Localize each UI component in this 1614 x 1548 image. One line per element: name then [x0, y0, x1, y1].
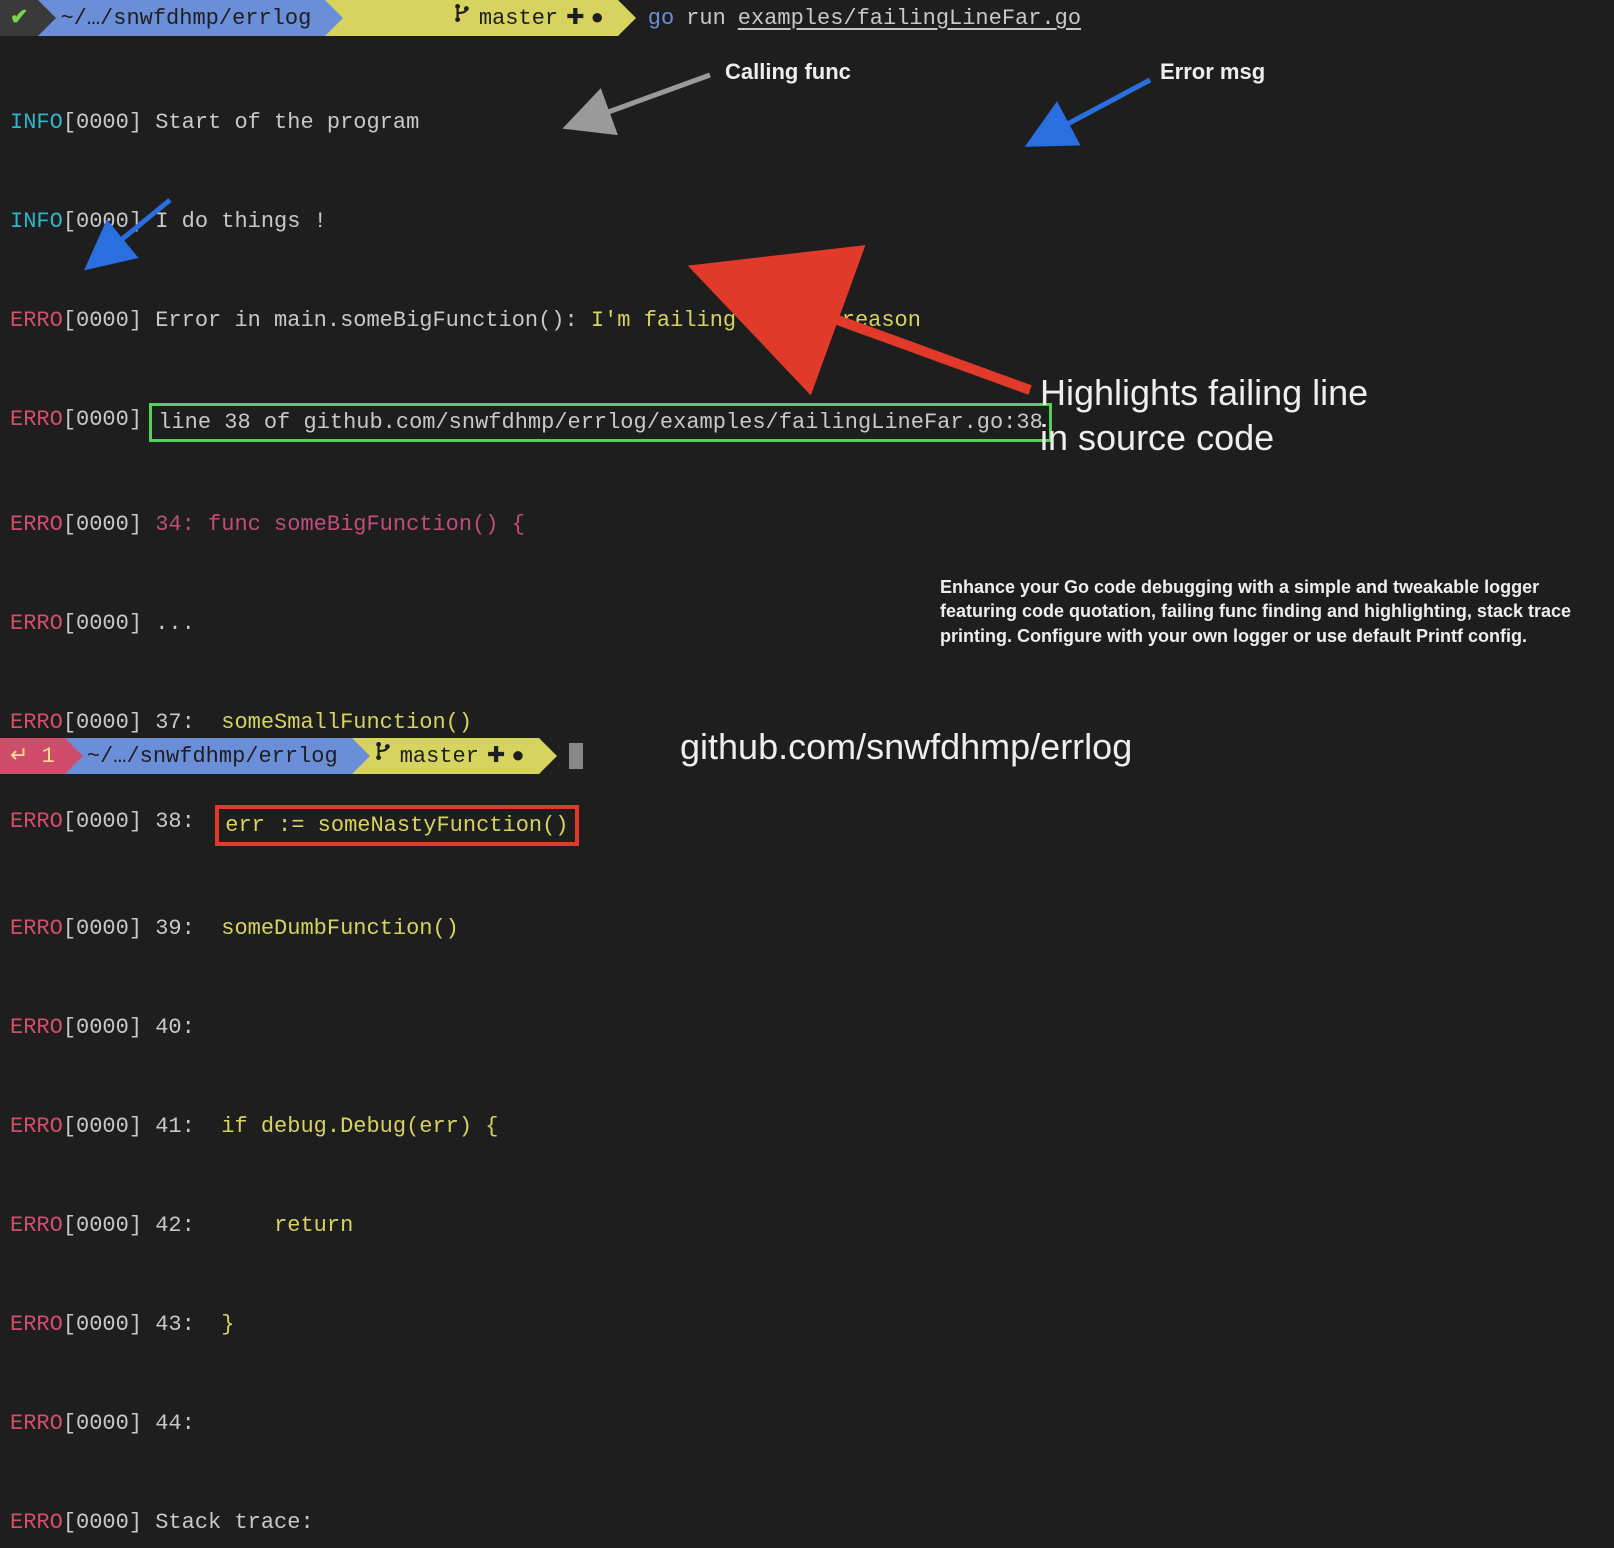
timestamp: [0000] — [63, 805, 142, 846]
annotation-line1: Highlights failing line — [1040, 370, 1368, 415]
annotation-error-msg: Error msg — [1160, 55, 1265, 88]
log-line: Start of the program — [155, 106, 419, 139]
branch-name: master — [479, 2, 558, 35]
error-message: I'm failing for no reason — [591, 304, 921, 337]
timestamp: [0000] — [63, 1011, 142, 1044]
timestamp: [0000] — [63, 1506, 142, 1539]
command-line[interactable]: go run examples/failingLineFar.go — [618, 0, 1081, 36]
level-erro: ERRO — [10, 1011, 63, 1044]
level-erro: ERRO — [10, 403, 63, 442]
cwd-path: ~/…/snwfdhmp/errlog — [87, 740, 338, 773]
log-line: I do things ! — [155, 205, 327, 238]
stack-trace-header: Stack trace: — [155, 1506, 313, 1539]
exit-segment: ↵ 1 — [0, 738, 65, 774]
timestamp: [0000] — [63, 205, 142, 238]
code-line: 34: func someBigFunction() { — [155, 508, 525, 541]
path-segment: ~/…/snwfdhmp/errlog — [65, 738, 352, 774]
line-num: 37: — [155, 706, 221, 739]
timestamp: [0000] — [63, 304, 142, 337]
line-num: 41: — [155, 1110, 221, 1143]
bottom-prompt: ↵ 1 ~/…/snwfdhmp/errlog master ✚ ● — [0, 738, 583, 774]
check-icon: ✔ — [10, 2, 28, 35]
code-ellipsis: ... — [155, 607, 195, 640]
timestamp: [0000] — [63, 1407, 142, 1440]
cmd-go: go — [648, 2, 674, 35]
code-line: 40: — [155, 1011, 195, 1044]
timestamp: [0000] — [63, 508, 142, 541]
git-dirty-icon: ● — [511, 740, 524, 773]
level-info: INFO — [10, 106, 63, 139]
source-location: line 38 of github.com/snwfdhmp/errlog/ex… — [149, 403, 1052, 442]
code-line: return — [274, 1209, 353, 1242]
level-erro: ERRO — [10, 1506, 63, 1539]
annotation-calling-func: Calling func — [725, 55, 851, 88]
cmd-run: run — [686, 2, 726, 35]
cursor[interactable] — [569, 743, 583, 769]
timestamp: [0000] — [63, 607, 142, 640]
timestamp: [0000] — [63, 912, 142, 945]
level-erro: ERRO — [10, 912, 63, 945]
level-erro: ERRO — [10, 508, 63, 541]
return-icon: ↵ — [10, 744, 28, 769]
error-context: Error in main.someBigFunction(): — [155, 304, 591, 337]
code-line: if debug.Debug(err) { — [221, 1110, 498, 1143]
code-line: someSmallFunction() — [221, 706, 472, 739]
level-erro: ERRO — [10, 1308, 63, 1341]
terminal-output: INFO[0000] Start of the program INFO[000… — [0, 36, 1614, 1548]
git-staged-icon: ✚ — [566, 2, 584, 35]
code-line: someDumbFunction() — [221, 912, 459, 945]
path-segment: ~/…/snwfdhmp/errlog — [38, 0, 325, 36]
cmd-file: examples/failingLineFar.go — [738, 2, 1081, 35]
status-segment: ✔ — [0, 0, 38, 36]
failing-line: err := someNastyFunction() — [215, 805, 578, 846]
git-branch-icon — [374, 740, 392, 773]
top-prompt: ✔ ~/…/snwfdhmp/errlog master ✚ ● go run … — [0, 0, 1614, 36]
branch-segment: master ✚ ● — [325, 0, 617, 36]
exit-code: 1 — [42, 744, 55, 769]
branch-name: master — [400, 740, 479, 773]
branch-segment: master ✚ ● — [352, 738, 539, 774]
timestamp: [0000] — [63, 1209, 142, 1242]
annotation-line2: in source code — [1040, 415, 1368, 460]
level-erro: ERRO — [10, 607, 63, 640]
line-num: 38: — [155, 805, 221, 846]
git-dirty-icon: ● — [591, 2, 604, 35]
timestamp: [0000] — [63, 1308, 142, 1341]
annotation-description: Enhance your Go code debugging with a si… — [940, 575, 1590, 648]
code-line: } — [221, 1308, 234, 1341]
cwd-path: ~/…/snwfdhmp/errlog — [60, 2, 311, 35]
level-erro: ERRO — [10, 805, 63, 846]
level-erro: ERRO — [10, 1407, 63, 1440]
annotation-repo-link: github.com/snwfdhmp/errlog — [680, 720, 1132, 774]
timestamp: [0000] — [63, 106, 142, 139]
timestamp: [0000] — [63, 1110, 142, 1143]
level-erro: ERRO — [10, 1110, 63, 1143]
level-info: INFO — [10, 205, 63, 238]
level-erro: ERRO — [10, 706, 63, 739]
code-line: 44: — [155, 1407, 195, 1440]
timestamp: [0000] — [63, 706, 142, 739]
annotation-highlight: Highlights failing line in source code — [1040, 370, 1368, 460]
timestamp: [0000] — [63, 403, 142, 442]
level-erro: ERRO — [10, 1209, 63, 1242]
line-num: 39: — [155, 912, 221, 945]
line-num: 42: — [155, 1209, 274, 1242]
line-num: 43: — [155, 1308, 221, 1341]
level-erro: ERRO — [10, 304, 63, 337]
git-staged-icon: ✚ — [487, 740, 505, 773]
git-branch-icon — [347, 0, 471, 68]
